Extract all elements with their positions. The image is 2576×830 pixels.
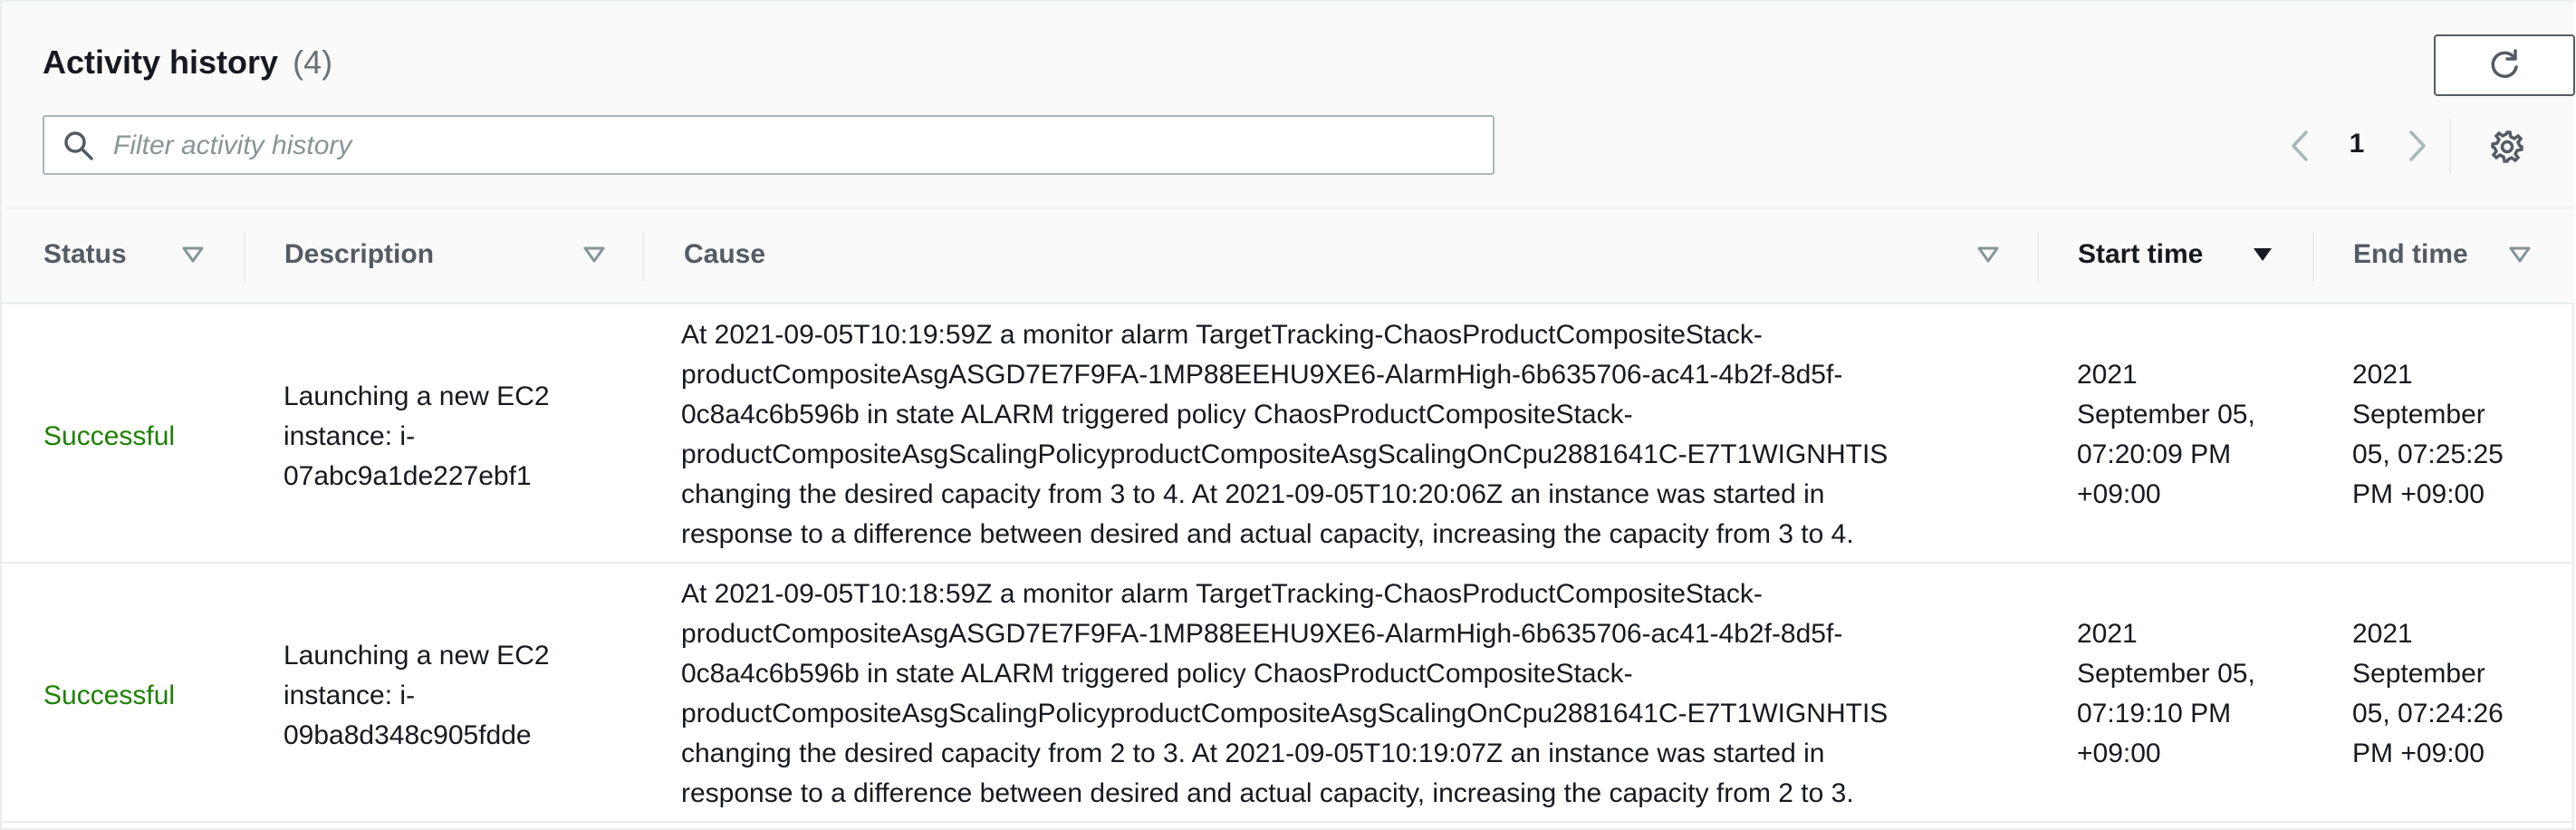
sort-icon[interactable] (2508, 245, 2532, 265)
description-line: Launching a new EC2 (284, 641, 550, 671)
title-text: Activity history (43, 43, 279, 81)
end-time-cell: 2021 September 05, 07:24:26 PM +09:00 (2352, 614, 2504, 774)
refresh-button[interactable] (2434, 34, 2575, 96)
cause-line: changing the desired capacity from 3 to … (681, 479, 1825, 509)
activity-history-panel: Activity history (4) 1 (0, 0, 2575, 830)
start-time-line: 07:20:09 PM (2077, 439, 2232, 469)
end-time-line: PM +09:00 (2352, 479, 2485, 509)
cause-line: response to a difference between desired… (681, 778, 1854, 808)
refresh-icon (2491, 49, 2518, 79)
sort-icon[interactable] (1976, 245, 2000, 265)
sort-descending-icon[interactable] (2251, 245, 2274, 265)
start-time-line: +09:00 (2077, 479, 2161, 509)
sort-icon[interactable] (181, 245, 205, 265)
pager-divider (2449, 118, 2451, 174)
table-row[interactable]: Successful Launching a new EC2 instance:… (2, 564, 2574, 823)
description-cell: Launching a new EC2 instance: i- 09ba8d3… (284, 636, 550, 756)
cause-line: At 2021-09-05T10:19:59Z a monitor alarm … (681, 320, 1763, 350)
cause-line: 0c8a4c6b596b in state ALARM triggered po… (681, 659, 1633, 689)
column-separator[interactable] (2312, 232, 2314, 281)
description-line: instance: i- (284, 680, 416, 710)
column-separator[interactable] (2037, 232, 2039, 281)
gear-icon[interactable] (2489, 129, 2525, 165)
activity-count: (4) (293, 43, 333, 81)
column-separator[interactable] (642, 232, 644, 281)
search-box (43, 115, 1495, 175)
cause-line: productCompositeAsgASGD7E7F9FA-1MP88EEHU… (681, 619, 1843, 649)
column-header-status[interactable]: Status (43, 239, 127, 270)
cause-cell: At 2021-09-05T10:19:59Z a monitor alarm … (681, 315, 1888, 555)
chevron-left-icon[interactable] (2286, 127, 2313, 165)
status-text: Successful (43, 680, 176, 710)
column-header-cause[interactable]: Cause (684, 239, 765, 270)
column-header-end-time[interactable]: End time (2353, 239, 2468, 270)
cause-line: At 2021-09-05T10:18:59Z a monitor alarm … (681, 579, 1763, 609)
start-time-line: 07:19:10 PM (2077, 699, 2232, 729)
start-time-cell: 2021 September 05, 07:20:09 PM +09:00 (2077, 355, 2255, 515)
start-time-cell: 2021 September 05, 07:19:10 PM +09:00 (2077, 614, 2255, 774)
description-line: instance: i- (284, 421, 416, 451)
end-time-cell: 2021 September 05, 07:25:25 PM +09:00 (2352, 355, 2504, 515)
cause-line: productCompositeAsgASGD7E7F9FA-1MP88EEHU… (681, 360, 1843, 390)
cause-line: changing the desired capacity from 2 to … (681, 738, 1825, 768)
page-title: Activity history (4) (43, 43, 332, 82)
cause-line: productCompositeAsgScalingPolicyproductC… (681, 439, 1889, 469)
search-icon (64, 131, 93, 160)
start-time-line: 2021 (2077, 360, 2138, 390)
cause-line: response to a difference between desired… (681, 519, 1854, 549)
cause-cell: At 2021-09-05T10:18:59Z a monitor alarm … (681, 574, 1888, 814)
end-time-line: PM +09:00 (2352, 738, 2485, 768)
end-time-line: 05, 07:25:25 (2352, 439, 2504, 469)
description-line: Launching a new EC2 (284, 381, 550, 411)
chevron-right-icon[interactable] (2404, 127, 2431, 165)
table-row[interactable]: Successful Launching a new EC2 instance:… (2, 304, 2574, 564)
page-number[interactable]: 1 (2343, 129, 2370, 159)
start-time-line: +09:00 (2077, 738, 2161, 768)
start-time-line: September 05, (2077, 659, 2255, 689)
end-time-line: September (2352, 400, 2485, 429)
column-separator[interactable] (244, 232, 245, 281)
description-line: 07abc9a1de227ebf1 (284, 461, 532, 491)
description-cell: Launching a new EC2 instance: i- 07abc9a… (284, 377, 550, 497)
end-time-line: 2021 (2352, 360, 2413, 390)
start-time-line: September 05, (2077, 400, 2255, 429)
search-input[interactable] (111, 124, 1474, 168)
cause-line: 0c8a4c6b596b in state ALARM triggered po… (681, 400, 1633, 429)
end-time-line: 05, 07:24:26 (2352, 699, 2504, 729)
start-time-line: 2021 (2077, 619, 2138, 649)
end-time-line: 2021 (2352, 619, 2413, 649)
end-time-line: September (2352, 659, 2485, 689)
description-line: 09ba8d348c905fdde (284, 720, 532, 750)
panel-header: Activity history (4) 1 (2, 2, 2575, 209)
column-header-description[interactable]: Description (284, 239, 434, 270)
status-text: Successful (43, 421, 176, 451)
sort-icon[interactable] (582, 245, 606, 265)
column-header-start-time[interactable]: Start time (2078, 239, 2203, 270)
cause-line: productCompositeAsgScalingPolicyproductC… (681, 699, 1889, 729)
